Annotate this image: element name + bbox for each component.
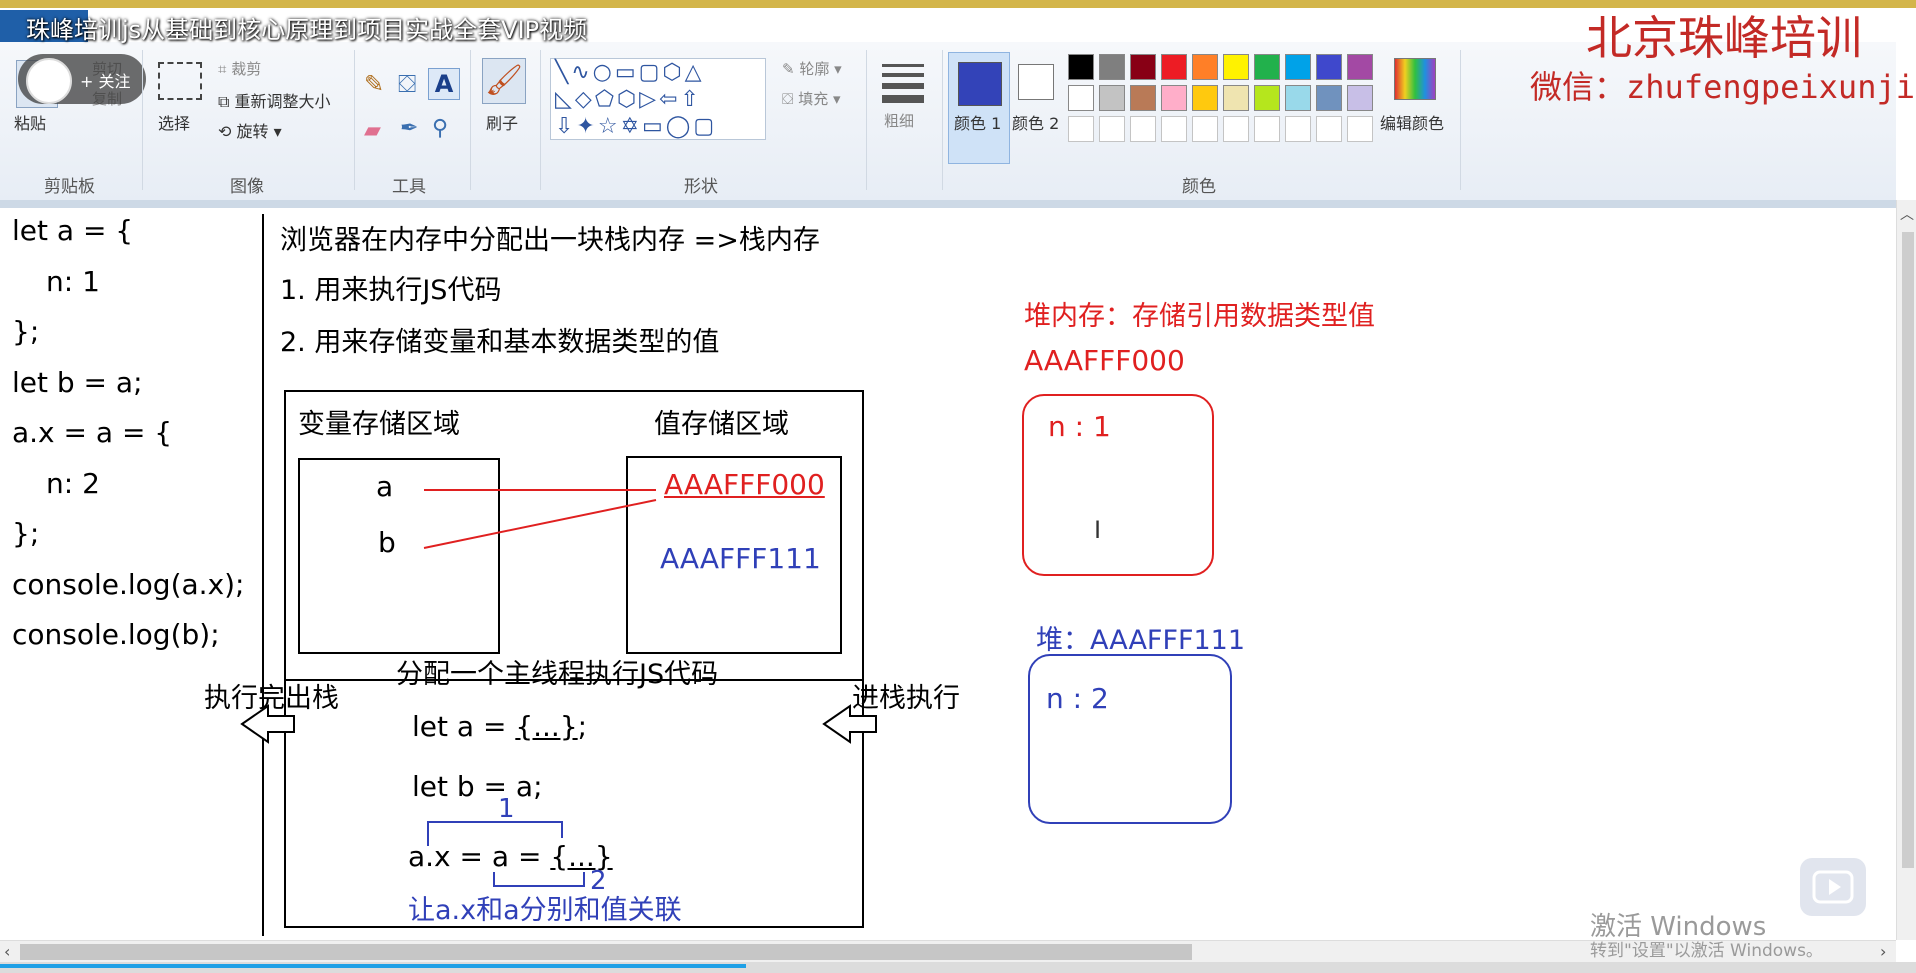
exit-stack-label: 执行完出栈 <box>204 683 339 714</box>
exec-line-3: a.x = a = {...} <box>408 840 613 873</box>
enter-stack-label: 进栈执行 <box>852 683 960 714</box>
step-mark-1: 1 <box>498 794 515 824</box>
main-thread-label: 分配一个主线程执行JS代码 <box>396 659 719 690</box>
exec-line-2: let b = a; <box>412 770 543 803</box>
text-cursor-icon: I <box>1094 516 1102 544</box>
heap-addr-1: AAAFFF000 <box>1024 344 1185 377</box>
heap-object-2 <box>1028 654 1232 824</box>
vertical-scroll-thumb[interactable] <box>1902 232 1914 868</box>
bracket-2 <box>493 872 585 887</box>
pointer-lines <box>240 489 877 887</box>
exec-line-1: let a = {...}; <box>412 710 588 743</box>
scroll-up-icon[interactable]: ︿ <box>1900 204 1914 224</box>
relate-note: 让a.x和a分别和值关联 <box>408 895 682 926</box>
pointer-line-b <box>423 499 657 549</box>
video-progress-fill <box>0 964 746 968</box>
play-button[interactable] <box>1800 858 1866 916</box>
heap-object-1-prop: n : 1 <box>1048 410 1111 443</box>
scroll-right-icon[interactable]: › <box>1880 942 1886 961</box>
horizontal-scroll-thumb[interactable] <box>20 944 1192 960</box>
heap-heading: 堆内存：存储引用数据类型值 <box>1024 301 1375 332</box>
windows-activation-subtitle: 转到"设置"以激活 Windows。 <box>1590 941 1823 961</box>
play-icon <box>1812 870 1854 904</box>
heap-heading-2: 堆：AAAFFF111 <box>1036 625 1246 656</box>
heap-object-2-prop: n : 2 <box>1046 682 1109 715</box>
scroll-left-icon[interactable]: ‹ <box>4 942 10 961</box>
